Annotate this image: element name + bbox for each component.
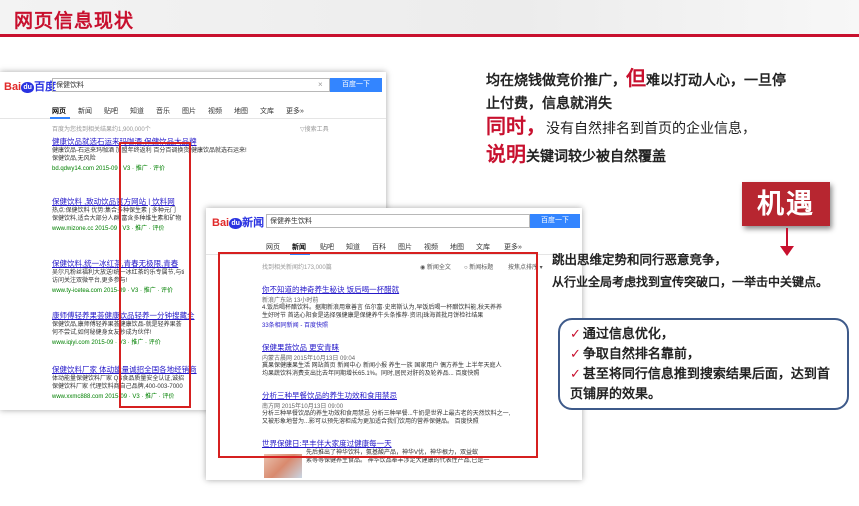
result-count: 百度为您找到相关结果约1,900,000个 bbox=[52, 127, 151, 133]
highlight-box bbox=[218, 252, 538, 458]
benefit-text: 通过信息优化， bbox=[582, 326, 674, 341]
header-divider bbox=[0, 34, 859, 37]
baidu-news-screenshot: Bai du 新闻 保健养生饮料 百度一下 网页 新闻 贴吧 知道 百科 图片 视频… bbox=[206, 208, 582, 480]
tab-tieba[interactable]: 贴吧 bbox=[320, 242, 334, 252]
text: 难以打动人心，一旦停 bbox=[646, 72, 786, 88]
search-header: Bai du 百度 保健饮料 × 百度一下 bbox=[0, 72, 386, 98]
benefit-item: ✓ 争取自然排名靠前， bbox=[570, 344, 700, 364]
tab-zhidao[interactable]: 知道 bbox=[346, 242, 360, 252]
down-arrow-icon bbox=[786, 228, 788, 248]
tab-zhidao[interactable]: 知道 bbox=[130, 106, 144, 116]
tab-web[interactable]: 网页 bbox=[52, 106, 66, 116]
intro-line-1: 均在烧钱做竞价推广，但难以打动人心，一旦停 bbox=[486, 68, 846, 91]
benefit-text: 甚至将同行信息推到搜索结果后面，达到首 bbox=[582, 366, 830, 381]
strategy-line-2: 从行业全局考虑找到宣传突破口，一举击中关键点。 bbox=[552, 275, 829, 289]
check-icon: ✓ bbox=[570, 346, 581, 361]
down-arrow-head-icon bbox=[780, 246, 794, 256]
intro-line-2: 止付费，信息就消失 bbox=[486, 95, 612, 111]
logo-text-left: Bai bbox=[4, 81, 22, 93]
baidu-news-logo: Bai du 新闻 bbox=[212, 214, 264, 230]
tab-video[interactable]: 视频 bbox=[208, 106, 222, 116]
paw-icon: du bbox=[229, 217, 243, 229]
text: ， bbox=[612, 72, 626, 88]
tab-music[interactable]: 音乐 bbox=[156, 106, 170, 116]
tab-web[interactable]: 网页 bbox=[266, 242, 280, 252]
tab-news[interactable]: 新闻 bbox=[292, 242, 306, 252]
news-desc: 素等等保健养生食品。 神华饮品奉丰涉足大建康的代表性产品,已是一 bbox=[306, 458, 490, 464]
text: ， bbox=[526, 116, 546, 138]
page-title: 网页信息现状 bbox=[14, 11, 135, 32]
intro-line-4: 说明关键词较少被自然覆盖 bbox=[486, 144, 666, 167]
strategy-line-1: 跳出思维定势和同行恶意竞争， bbox=[552, 253, 728, 267]
search-button[interactable]: 百度一下 bbox=[530, 214, 580, 228]
text: 均在 bbox=[486, 72, 514, 88]
tab-more[interactable]: 更多» bbox=[504, 242, 522, 252]
tab-images[interactable]: 图片 bbox=[182, 106, 196, 116]
search-header: Bai du 新闻 保健养生饮料 百度一下 bbox=[206, 208, 582, 234]
highlight-word: 同时 bbox=[486, 116, 526, 138]
search-input[interactable]: 保健饮料 bbox=[52, 78, 330, 92]
tab-news[interactable]: 新闻 bbox=[78, 106, 92, 116]
check-icon: ✓ bbox=[570, 326, 581, 341]
tab-map[interactable]: 地图 bbox=[450, 242, 464, 252]
benefit-item: ✓ 通过信息优化， bbox=[570, 324, 674, 344]
tab-tieba[interactable]: 贴吧 bbox=[104, 106, 118, 116]
search-tools[interactable]: ▽搜索工具 bbox=[300, 124, 329, 133]
logo-text-left: Bai bbox=[212, 217, 230, 229]
text: 没有自然排名到首页的企业信息， bbox=[546, 120, 756, 136]
text: 关键词较少被自然覆盖 bbox=[526, 148, 666, 164]
tab-images[interactable]: 图片 bbox=[398, 242, 412, 252]
tab-wenku[interactable]: 文库 bbox=[260, 106, 274, 116]
tab-more[interactable]: 更多» bbox=[286, 106, 304, 116]
highlight-box bbox=[119, 142, 191, 408]
clear-icon[interactable]: × bbox=[318, 80, 323, 89]
text-emphasis: 烧钱做竞价推广 bbox=[514, 72, 612, 88]
highlight-word: 说明 bbox=[486, 144, 526, 166]
paw-icon: du bbox=[21, 81, 35, 93]
search-button[interactable]: 百度一下 bbox=[330, 78, 382, 92]
active-tab-underline bbox=[50, 117, 70, 119]
tab-video[interactable]: 视频 bbox=[424, 242, 438, 252]
intro-line-3: 同时，没有自然排名到首页的企业信息， bbox=[486, 116, 756, 139]
benefits-panel: ✓ 通过信息优化， ✓ 争取自然排名靠前， ✓ 甚至将同行信息推到搜索结果后面，达到首… bbox=[558, 318, 849, 410]
tab-wenku[interactable]: 文库 bbox=[476, 242, 490, 252]
benefit-text: 争取自然排名靠前， bbox=[582, 346, 700, 361]
benefit-item-continued: 页铺屏的效果。 bbox=[570, 386, 662, 401]
opportunity-badge: 机遇 bbox=[742, 182, 830, 226]
benefit-item: ✓ 甚至将同行信息推到搜索结果后面，达到首 bbox=[570, 364, 830, 384]
tab-map[interactable]: 地图 bbox=[234, 106, 248, 116]
baidu-logo: Bai du 百度 bbox=[4, 78, 56, 94]
highlight-word: 但 bbox=[626, 68, 646, 90]
search-tabs: 网页 新闻 贴吧 知道 音乐 图片 视频 地图 文库 更多» bbox=[0, 104, 386, 119]
search-input[interactable]: 保健养生饮料 bbox=[266, 214, 530, 228]
logo-text-right: 新闻 bbox=[242, 217, 265, 229]
tab-baike[interactable]: 百科 bbox=[372, 242, 386, 252]
check-icon: ✓ bbox=[570, 366, 581, 381]
